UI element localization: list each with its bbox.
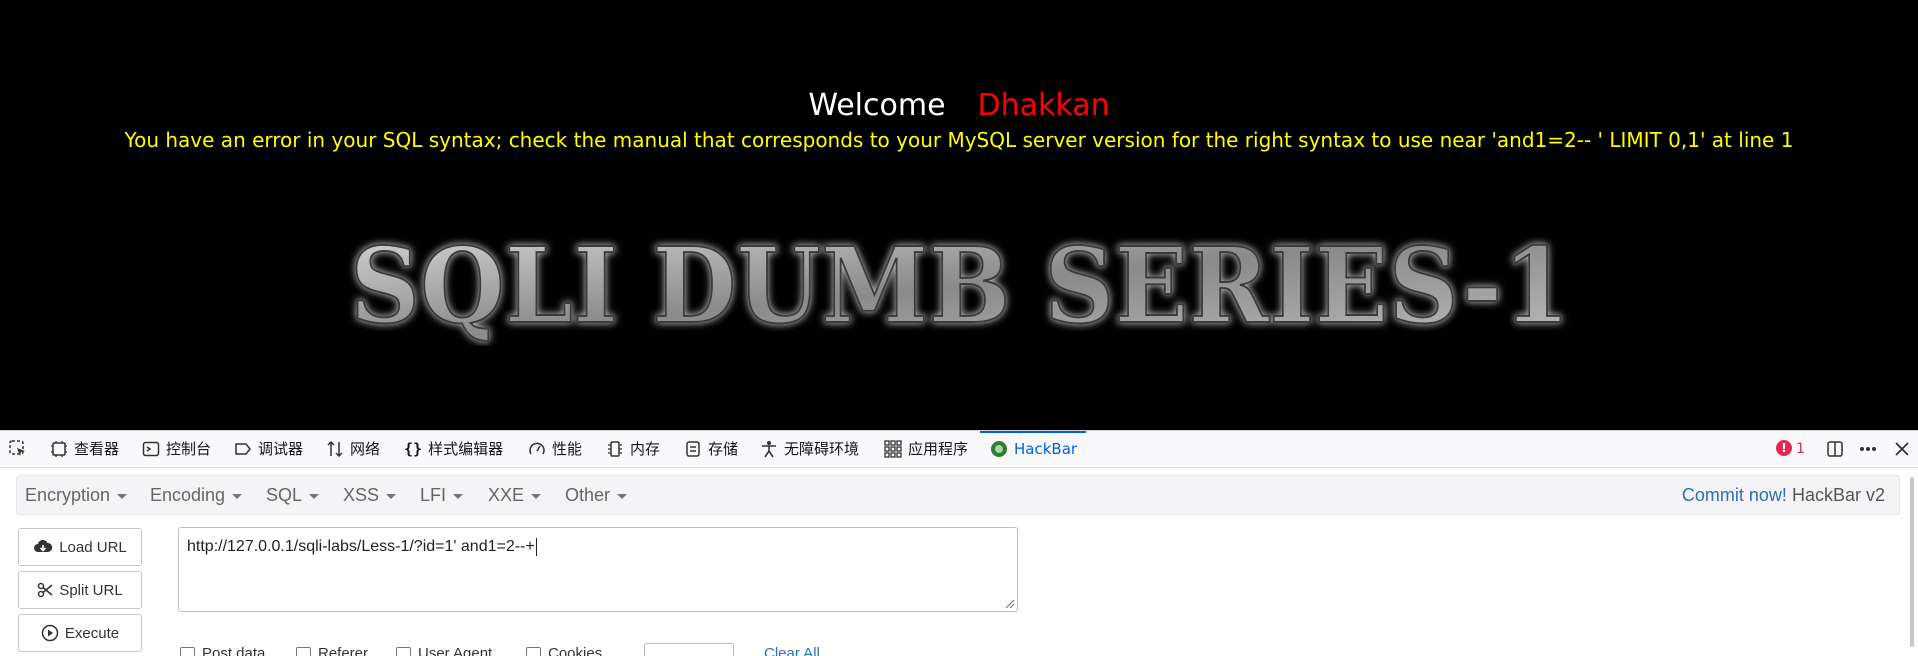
url-textarea[interactable]: http://127.0.0.1/sqli-labs/Less-1/?id=1'… bbox=[178, 527, 1018, 612]
tab-console[interactable]: 控制台 bbox=[142, 431, 211, 467]
tab-hackbar[interactable]: HackBar bbox=[990, 431, 1077, 467]
menu-lfi[interactable]: LFI bbox=[420, 476, 464, 514]
menu-xss[interactable]: XSS bbox=[343, 476, 397, 514]
split-url-button[interactable]: Split URL bbox=[18, 571, 142, 609]
devtools-toolbar: 查看器 控制台 调试器 网络 {} 样式编辑器 性能 内存 存储 无障碍环境 应… bbox=[0, 431, 1918, 468]
tab-style-editor[interactable]: {} 样式编辑器 bbox=[404, 431, 503, 467]
storage-icon bbox=[686, 441, 700, 457]
devtools-panel: 查看器 控制台 调试器 网络 {} 样式编辑器 性能 内存 存储 无障碍环境 应… bbox=[0, 430, 1918, 656]
commit-now-link[interactable]: Commit now! bbox=[1682, 485, 1787, 505]
menu-xxe[interactable]: XXE bbox=[488, 476, 542, 514]
menu-encoding[interactable]: Encoding bbox=[150, 476, 243, 514]
option-label: User Agent bbox=[418, 645, 493, 656]
network-icon bbox=[327, 440, 343, 458]
tab-label: 控制台 bbox=[166, 440, 212, 458]
memory-icon bbox=[608, 441, 622, 457]
inspector-icon bbox=[51, 441, 67, 457]
more-icon bbox=[1860, 447, 1876, 451]
banner-text: SQLI DUMB SERIES-1 bbox=[350, 224, 1570, 346]
tab-label: 无障碍环境 bbox=[784, 440, 860, 458]
error-indicator-icon[interactable]: ! bbox=[1776, 440, 1792, 456]
application-icon bbox=[884, 440, 902, 458]
sql-error-message: You have an error in your SQL syntax; ch… bbox=[124, 128, 1794, 152]
error-count[interactable]: 1 bbox=[1796, 431, 1805, 467]
caret-down-icon bbox=[531, 493, 542, 499]
execute-button[interactable]: Execute bbox=[18, 614, 142, 652]
option-label: Post data bbox=[202, 645, 266, 656]
caret-down-icon bbox=[232, 493, 243, 499]
tab-inspector[interactable]: 查看器 bbox=[50, 431, 119, 467]
commit-area: Commit now! HackBar v2 bbox=[1682, 476, 1885, 514]
debugger-icon bbox=[235, 443, 251, 455]
select-box[interactable] bbox=[644, 643, 734, 656]
button-label: Load URL bbox=[59, 538, 127, 556]
resize-grip-icon[interactable] bbox=[1003, 597, 1015, 609]
picker-icon bbox=[9, 440, 25, 456]
tab-label: 应用程序 bbox=[908, 440, 969, 458]
tab-label: 调试器 bbox=[258, 440, 304, 458]
dock-mode-button[interactable] bbox=[1826, 431, 1844, 467]
caret-down-icon bbox=[453, 493, 464, 499]
sqli-banner-image: SQLI DUMB SERIES-1 bbox=[349, 223, 1571, 346]
tab-memory[interactable]: 内存 bbox=[606, 431, 660, 467]
style-editor-icon: {} bbox=[404, 440, 423, 458]
element-picker-button[interactable] bbox=[8, 431, 28, 467]
cloud-download-icon bbox=[34, 539, 53, 552]
tab-application[interactable]: 应用程序 bbox=[884, 431, 968, 467]
caret-down-icon bbox=[117, 493, 128, 499]
tab-label: 查看器 bbox=[74, 440, 120, 458]
hackbar-menubar: Encryption Encoding SQL XSS LFI XXE Othe… bbox=[16, 475, 1900, 515]
load-url-button[interactable]: Load URL bbox=[18, 528, 142, 566]
tab-debugger[interactable]: 调试器 bbox=[234, 431, 303, 467]
scrollbar[interactable] bbox=[1910, 477, 1914, 647]
hackbar-options-row: Post data Referer User Agent Cookies Cle… bbox=[178, 643, 878, 656]
tab-label: HackBar bbox=[1014, 440, 1078, 458]
text-cursor bbox=[535, 538, 537, 556]
menu-sql[interactable]: SQL bbox=[266, 476, 320, 514]
option-label: Referer bbox=[318, 645, 369, 656]
caret-down-icon bbox=[309, 493, 320, 499]
tab-network[interactable]: 网络 bbox=[326, 431, 380, 467]
dock-icon bbox=[1827, 441, 1843, 457]
accessibility-icon bbox=[762, 441, 776, 458]
button-label: Split URL bbox=[59, 581, 123, 599]
welcome-label: Welcome bbox=[808, 88, 946, 123]
close-devtools-button[interactable] bbox=[1894, 431, 1910, 467]
user-name: Dhakkan bbox=[977, 88, 1110, 123]
performance-icon bbox=[529, 442, 545, 455]
caret-down-icon bbox=[617, 493, 628, 499]
tab-label: 样式编辑器 bbox=[428, 440, 504, 458]
option-label: Cookies bbox=[548, 645, 603, 656]
tab-accessibility[interactable]: 无障碍环境 bbox=[760, 431, 859, 467]
button-label: Execute bbox=[64, 624, 120, 642]
clear-all-link[interactable]: Clear All bbox=[764, 645, 820, 656]
menu-other[interactable]: Other bbox=[565, 476, 628, 514]
tab-label: 网络 bbox=[350, 440, 381, 458]
console-icon bbox=[142, 441, 160, 457]
url-value[interactable]: http://127.0.0.1/sqli-labs/Less-1/?id=1'… bbox=[187, 538, 535, 555]
tab-label: 内存 bbox=[630, 440, 661, 458]
tab-label: 性能 bbox=[552, 440, 583, 458]
close-icon bbox=[1895, 442, 1909, 456]
menu-encryption[interactable]: Encryption bbox=[25, 476, 128, 514]
scissors-icon bbox=[38, 582, 53, 598]
caret-down-icon bbox=[386, 493, 397, 499]
welcome-line: Welcome Dhakkan bbox=[0, 88, 1918, 124]
hackbar-icon bbox=[991, 441, 1007, 457]
tab-storage[interactable]: 存储 bbox=[684, 431, 738, 467]
tab-performance[interactable]: 性能 bbox=[528, 431, 582, 467]
web-page: Welcome Dhakkan You have an error in your… bbox=[0, 0, 1918, 430]
play-circle-icon bbox=[41, 624, 59, 642]
tab-label: 存储 bbox=[708, 440, 739, 458]
more-options-button[interactable] bbox=[1858, 431, 1878, 467]
hackbar-version: HackBar v2 bbox=[1791, 485, 1885, 505]
